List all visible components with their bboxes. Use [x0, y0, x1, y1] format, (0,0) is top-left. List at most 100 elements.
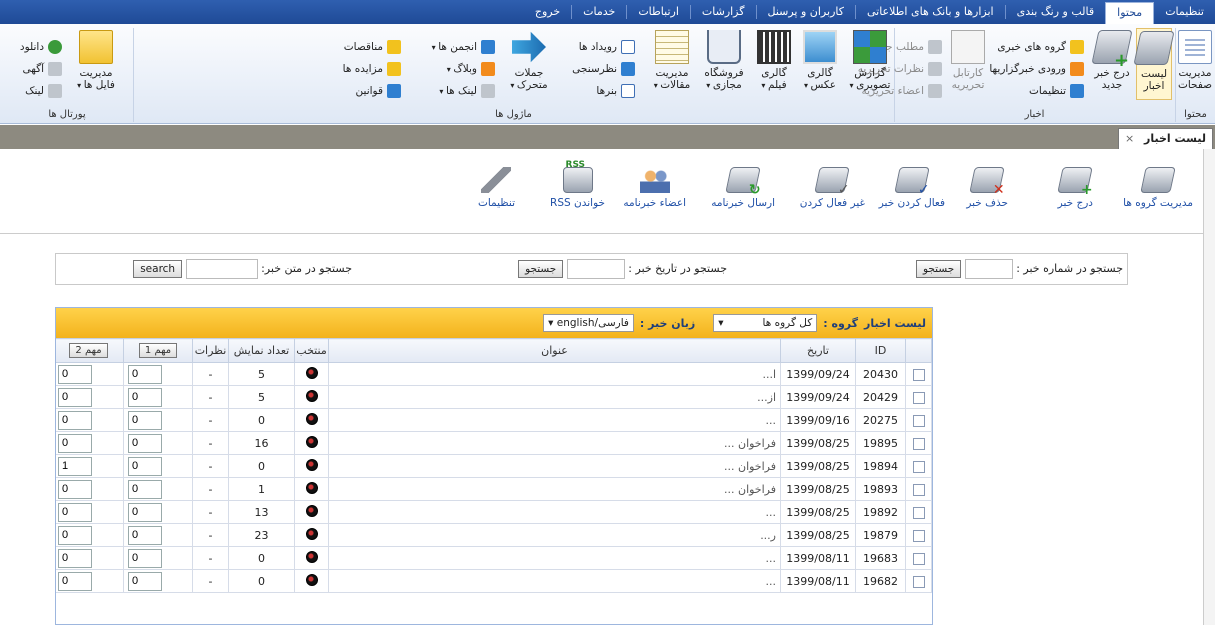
photo-report-button[interactable]: گزارش تصویری — [847, 28, 893, 92]
vertical-scrollbar[interactable] — [1203, 149, 1215, 625]
important-1-input[interactable] — [128, 410, 162, 430]
news-groups-button[interactable]: گروه های خبری — [997, 38, 1084, 56]
menu-users[interactable]: کاربران و پرسنل — [757, 0, 855, 24]
poll-button[interactable]: نظرسنجی — [572, 60, 635, 78]
blogs-button[interactable]: وبلاگ — [447, 60, 495, 78]
important-2-input[interactable] — [58, 410, 92, 430]
featured-status-icon[interactable] — [305, 412, 318, 425]
row-title[interactable]: ر... — [328, 523, 781, 547]
row-checkbox[interactable] — [912, 529, 925, 542]
events-button[interactable]: رویداد ها — [579, 38, 635, 56]
search-number-button[interactable]: جستجو — [915, 260, 962, 278]
row-checkbox[interactable] — [912, 437, 925, 450]
row-checkbox[interactable] — [912, 368, 925, 381]
add-news-toolbar-button[interactable]: درج خبر — [1057, 167, 1094, 209]
menu-settings[interactable]: تنظیمات — [1154, 0, 1215, 24]
table-row[interactable]: 19892 1399/08/25... 13- — [56, 500, 932, 524]
table-row[interactable]: 20430 1399/09/24 ا... 5- — [56, 362, 932, 386]
featured-status-icon[interactable] — [305, 435, 318, 448]
news-settings-button[interactable]: تنظیمات — [1029, 82, 1084, 100]
row-title[interactable]: فراخوان ... — [328, 454, 781, 478]
important-2-input[interactable] — [58, 548, 92, 568]
important-2-input[interactable] — [58, 456, 92, 476]
row-checkbox[interactable] — [912, 391, 925, 404]
editorial-cardboard-button[interactable]: کارتابل تحریریه — [950, 28, 986, 91]
read-rss-button[interactable]: خواندن RSS — [550, 160, 605, 209]
important-2-input[interactable] — [58, 387, 92, 407]
close-icon[interactable]: × — [1125, 132, 1134, 145]
row-checkbox[interactable] — [912, 575, 925, 588]
news-text-input[interactable] — [185, 259, 258, 279]
virtual-shop-button[interactable]: فروشگاه مجازی — [701, 28, 747, 92]
important-2-input[interactable] — [58, 364, 92, 384]
important-1-input[interactable] — [128, 525, 162, 545]
table-row[interactable]: 19683 1399/08/11... 0- — [56, 546, 932, 570]
laws-button[interactable]: قوانین — [356, 82, 401, 100]
table-row[interactable]: 19894 1399/08/25 فراخوان ... 0- — [56, 454, 932, 478]
important-1-input[interactable] — [128, 571, 162, 591]
table-row[interactable]: 19895 1399/08/25 فراخوان ... 16- — [56, 431, 932, 455]
tenders-button[interactable]: مناقصات — [344, 38, 401, 56]
photo-gallery-button[interactable]: گالری عکس — [799, 28, 841, 92]
important-1-button[interactable]: مهم 1 — [138, 343, 178, 358]
row-checkbox[interactable] — [912, 506, 925, 519]
important-1-input[interactable] — [128, 364, 162, 384]
toolbar-settings-button[interactable]: تنظیمات — [478, 167, 515, 209]
activate-news-button[interactable]: فعال کردن خبر — [879, 167, 945, 209]
news-feeds-button[interactable]: ورودی خبرگزاریها — [989, 60, 1084, 78]
film-gallery-button[interactable]: گالری فیلم — [753, 28, 795, 92]
newsletter-members-button[interactable]: اعضاء خبرنامه — [623, 167, 686, 209]
important-1-input[interactable] — [128, 502, 162, 522]
featured-status-icon[interactable] — [305, 389, 318, 402]
tab-news-list[interactable]: لیست اخبار × — [1117, 128, 1213, 149]
menu-reports[interactable]: گزارشات — [691, 0, 756, 24]
add-news-button[interactable]: درج خبر جدید — [1091, 28, 1133, 91]
featured-status-icon[interactable] — [305, 504, 318, 517]
download-button[interactable]: دانلود — [20, 38, 62, 56]
language-select[interactable]: فارسی/english ▾ — [543, 314, 634, 332]
banners-button[interactable]: بنرها — [596, 82, 635, 100]
featured-status-icon[interactable] — [305, 527, 318, 540]
menu-services[interactable]: خدمات — [572, 0, 626, 24]
important-2-input[interactable] — [58, 502, 92, 522]
col-id[interactable]: ID — [855, 338, 906, 363]
menu-tools[interactable]: ابزارها و بانک های اطلاعاتی — [856, 0, 1005, 24]
send-newsletter-button[interactable]: ارسال خبرنامه — [711, 167, 775, 209]
row-title[interactable]: فراخوان ... — [328, 477, 781, 501]
row-title[interactable]: از... — [328, 385, 781, 409]
auctions-button[interactable]: مزایده ها — [343, 60, 401, 78]
important-2-input[interactable] — [58, 479, 92, 499]
col-featured[interactable]: منتخب — [294, 338, 329, 363]
table-row[interactable]: 20429 1399/09/24 از... 5- — [56, 385, 932, 409]
table-row[interactable]: 19893 1399/08/25 فراخوان ... 1- — [56, 477, 932, 501]
portal-link-button[interactable]: لینک — [25, 82, 62, 100]
row-title[interactable]: ا... — [328, 362, 781, 386]
manage-files-button[interactable]: مدیریت فایل ها — [72, 28, 120, 92]
row-checkbox[interactable] — [912, 414, 925, 427]
ads-button[interactable]: آگهی — [22, 60, 62, 78]
deactivate-news-button[interactable]: غیر فعال کردن — [800, 167, 865, 209]
featured-status-icon[interactable] — [305, 550, 318, 563]
manage-articles-button[interactable]: مدیریت مقالات — [649, 28, 695, 92]
col-comments[interactable]: نظرات — [192, 338, 229, 363]
links-button[interactable]: لینک ها — [439, 82, 495, 100]
important-2-input[interactable] — [58, 525, 92, 545]
featured-status-icon[interactable] — [305, 458, 318, 471]
table-row[interactable]: 20275 1399/09/16... 0- — [56, 408, 932, 432]
delete-news-button[interactable]: حذف خبر — [966, 167, 1008, 209]
news-number-input[interactable] — [964, 259, 1013, 279]
marquee-button[interactable]: جملات متحرک — [507, 28, 551, 92]
row-title[interactable]: ... — [328, 500, 781, 524]
menu-content[interactable]: محتوا — [1105, 2, 1155, 24]
news-list-button[interactable]: لیست اخبار — [1133, 28, 1175, 100]
row-title[interactable]: ... — [328, 408, 781, 432]
row-title[interactable]: فراخوان ... — [328, 431, 781, 455]
important-1-input[interactable] — [128, 479, 162, 499]
group-select[interactable]: کل گروه ها ▾ — [713, 314, 818, 332]
important-1-input[interactable] — [128, 433, 162, 453]
search-text-button[interactable]: search — [133, 260, 183, 278]
table-row[interactable]: 19879 1399/08/25 ر... 23- — [56, 523, 932, 547]
row-title[interactable]: ... — [328, 569, 781, 593]
important-1-input[interactable] — [128, 387, 162, 407]
featured-status-icon[interactable] — [305, 573, 318, 586]
